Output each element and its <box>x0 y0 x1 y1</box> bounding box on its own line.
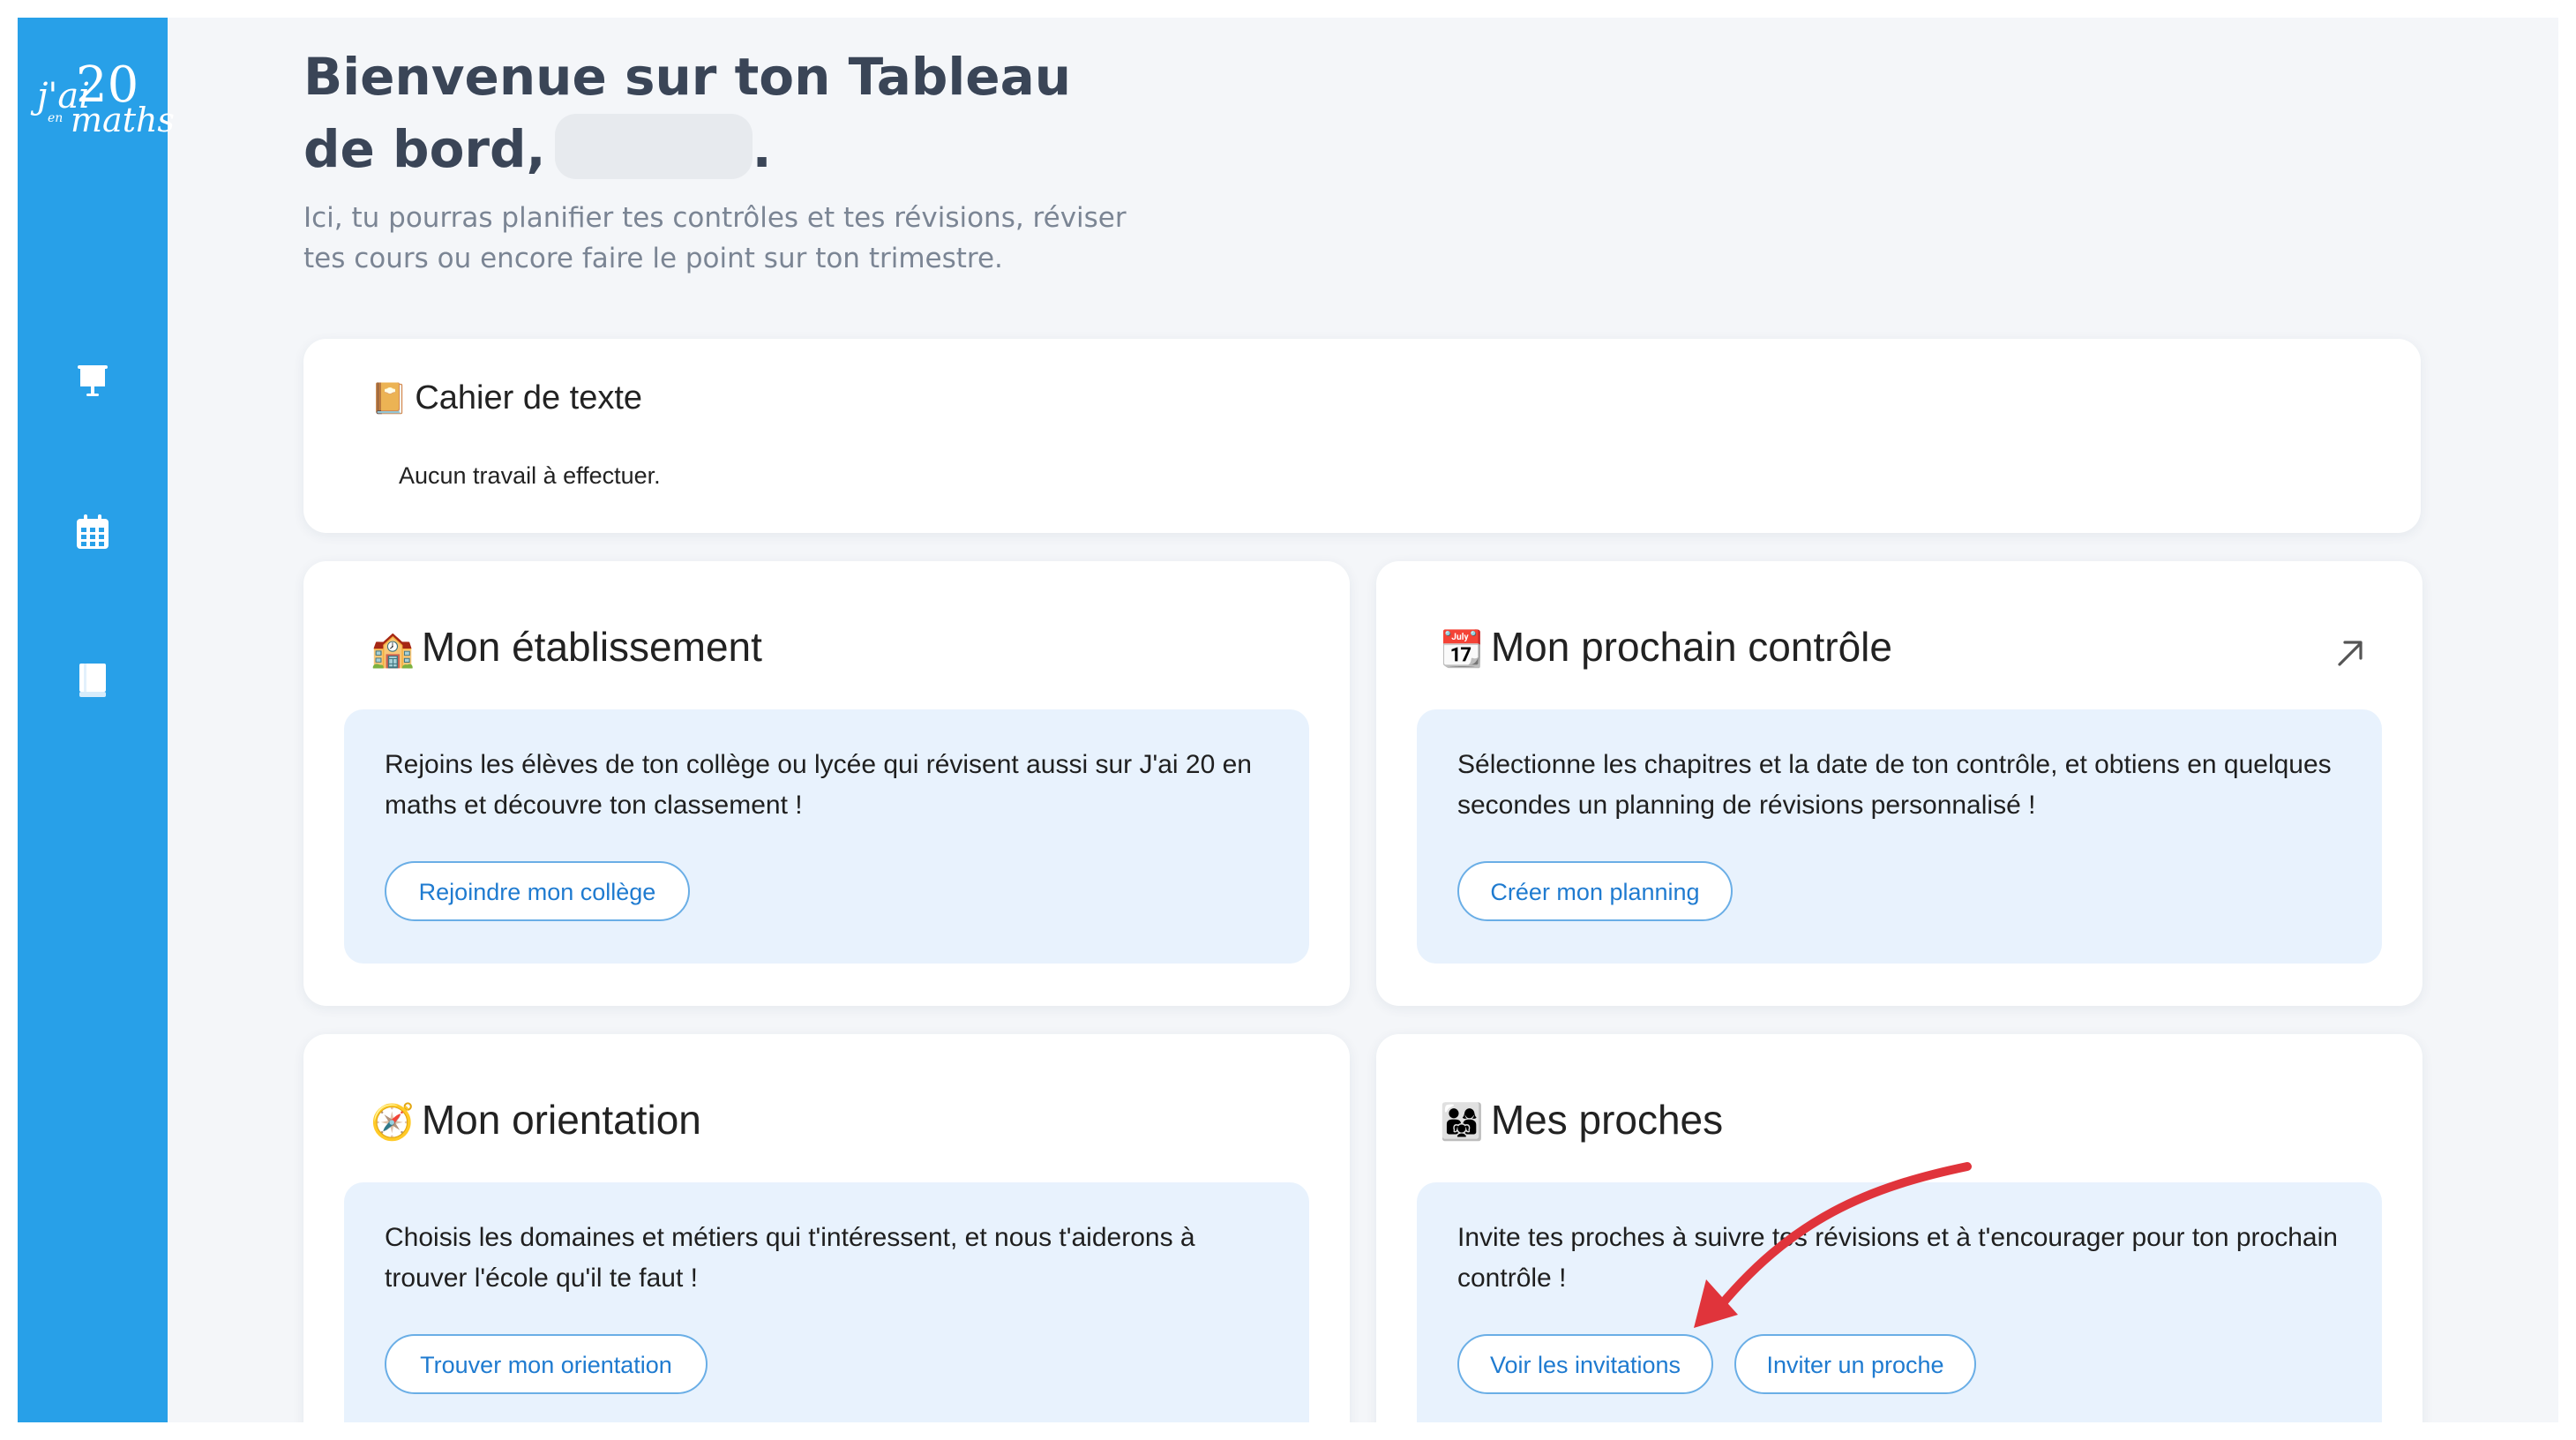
title-line-1: Bienvenue sur ton Tableau <box>303 47 1072 107</box>
sidebar-item-presentation[interactable] <box>72 360 113 401</box>
homework-card: 📔 Cahier de texte Aucun travail à effectu… <box>303 339 2421 533</box>
relatives-description: Invite tes proches à suivre tes révision… <box>1457 1223 2338 1293</box>
homework-title-text: Cahier de texte <box>415 379 643 416</box>
title-line-2: de bord,. <box>303 113 1097 185</box>
page-title: Bienvenue sur ton Tableau de bord,. <box>303 41 1097 185</box>
relatives-card-title: 👨‍👩‍👧 Mes proches <box>1440 1096 1723 1144</box>
join-school-button[interactable]: Rejoindre mon collège <box>385 861 690 921</box>
presentation-board-icon <box>78 365 108 396</box>
family-icon: 👨‍👩‍👧 <box>1440 1102 1484 1143</box>
page-subtitle: Ici, tu pourras planifier tes contrôles … <box>303 198 1186 279</box>
logo-text-en: en <box>48 111 64 125</box>
notebook-icon: 📔 <box>371 381 408 416</box>
open-external-arrow-icon[interactable] <box>2333 635 2368 671</box>
orientation-description: Choisis les domaines et métiers qui t'in… <box>385 1223 1195 1293</box>
calendar-emoji-icon: 📆 <box>1440 629 1484 670</box>
school-info-panel: Rejoins les élèves de ton collège ou lyc… <box>344 709 1309 964</box>
next-test-description: Sélectionne les chapitres et la date de … <box>1457 750 2332 820</box>
next-test-info-panel: Sélectionne les chapitres et la date de … <box>1417 709 2382 964</box>
homework-empty-text: Aucun travail à effectuer. <box>399 462 661 489</box>
relatives-title-text: Mes proches <box>1490 1097 1724 1143</box>
title-text: de bord, <box>303 119 546 179</box>
app-frame: j'ai 20 en maths Bienvenue sur ton Table… <box>18 18 2558 1422</box>
orientation-info-panel: Choisis les domaines et métiers qui t'in… <box>344 1182 1309 1422</box>
next-test-title-text: Mon prochain contrôle <box>1490 624 1892 670</box>
sidebar-item-calendar[interactable] <box>72 512 113 552</box>
homework-card-title: 📔 Cahier de texte <box>371 379 642 417</box>
orientation-card: 🧭 Mon orientation Choisis les domaines et… <box>303 1034 1350 1422</box>
school-icon: 🏫 <box>371 629 415 670</box>
create-planning-button[interactable]: Créer mon planning <box>1457 861 1733 921</box>
next-test-card: 📆 Mon prochain contrôle Sélectionne les c… <box>1376 561 2422 1006</box>
school-card: 🏫 Mon établissement Rejoins les élèves de… <box>303 561 1350 1006</box>
relatives-info-panel: Invite tes proches à suivre tes révision… <box>1417 1182 2382 1422</box>
redacted-username <box>554 114 753 179</box>
next-test-card-title: 📆 Mon prochain contrôle <box>1440 623 1892 671</box>
calendar-icon <box>77 514 109 549</box>
relatives-card: 👨‍👩‍👧 Mes proches Invite tes proches à su… <box>1376 1034 2422 1422</box>
school-title-text: Mon établissement <box>421 624 762 670</box>
compass-icon: 🧭 <box>371 1102 415 1143</box>
subtitle-line-2: tes cours ou encore faire le point sur t… <box>303 243 1003 274</box>
find-orientation-button[interactable]: Trouver mon orientation <box>385 1334 708 1394</box>
school-card-title: 🏫 Mon établissement <box>371 623 762 671</box>
sidebar-item-book[interactable] <box>72 660 113 701</box>
subtitle-line-1: Ici, tu pourras planifier tes contrôles … <box>303 202 1127 234</box>
orientation-card-title: 🧭 Mon orientation <box>371 1096 701 1144</box>
logo-text-maths: maths <box>71 101 175 139</box>
view-invitations-button[interactable]: Voir les invitations <box>1457 1334 1713 1394</box>
school-description: Rejoins les élèves de ton collège ou lyc… <box>385 750 1252 820</box>
invite-relative-button[interactable]: Inviter un proche <box>1734 1334 1976 1394</box>
title-period: . <box>752 119 772 179</box>
sidebar: j'ai 20 en maths <box>18 18 175 1422</box>
book-icon <box>79 664 106 697</box>
app-logo[interactable]: j'ai 20 en maths <box>32 56 175 154</box>
orientation-title-text: Mon orientation <box>421 1097 701 1143</box>
